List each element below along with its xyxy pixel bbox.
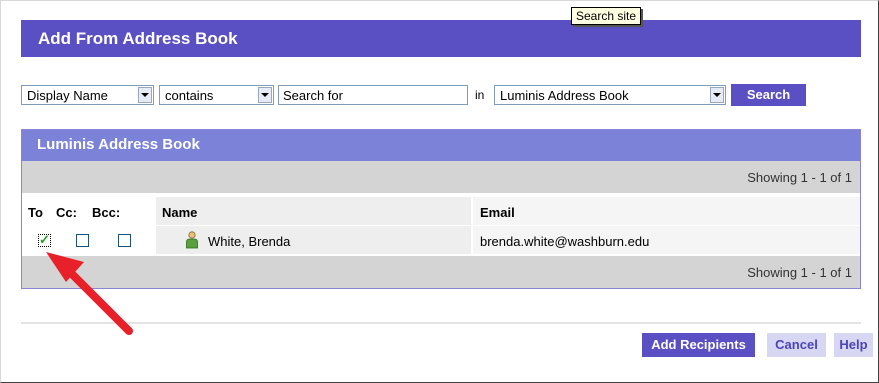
annotation-arrow-icon	[46, 252, 133, 335]
